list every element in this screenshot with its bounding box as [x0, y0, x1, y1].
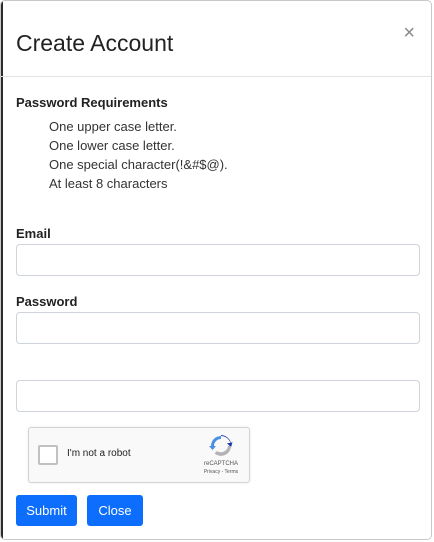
email-label: Email	[16, 226, 51, 241]
recaptcha-widget: I'm not a robot reCAPTCHA Privacy - Term…	[28, 427, 250, 483]
password-field[interactable]	[16, 312, 420, 344]
close-icon[interactable]: ×	[403, 23, 415, 43]
recaptcha-label: I'm not a robot	[67, 448, 131, 459]
confirm-password-field[interactable]	[16, 380, 420, 412]
requirement-item: One special character(!&#$@).	[49, 157, 228, 172]
recaptcha-checkbox[interactable]	[38, 445, 58, 465]
email-field[interactable]	[16, 244, 420, 276]
recaptcha-privacy-terms[interactable]: Privacy - Terms	[195, 469, 247, 476]
recaptcha-logo-icon	[209, 435, 233, 456]
requirement-item: One lower case letter.	[49, 138, 175, 153]
password-label: Password	[16, 294, 78, 309]
modal-header: Create Account ×	[1, 1, 431, 77]
modal-title: Create Account	[16, 30, 174, 56]
create-account-modal: Create Account × Password Requirements O…	[0, 0, 432, 540]
close-button[interactable]: Close	[87, 495, 143, 526]
submit-button[interactable]: Submit	[16, 495, 77, 526]
password-requirements-heading: Password Requirements	[16, 95, 168, 110]
requirement-item: One upper case letter.	[49, 119, 177, 134]
recaptcha-brand: reCAPTCHA	[203, 461, 238, 467]
password-requirements-list: One upper case letter. One lower case le…	[49, 117, 228, 193]
requirement-item: At least 8 characters	[49, 176, 168, 191]
window-edge	[1, 1, 3, 539]
